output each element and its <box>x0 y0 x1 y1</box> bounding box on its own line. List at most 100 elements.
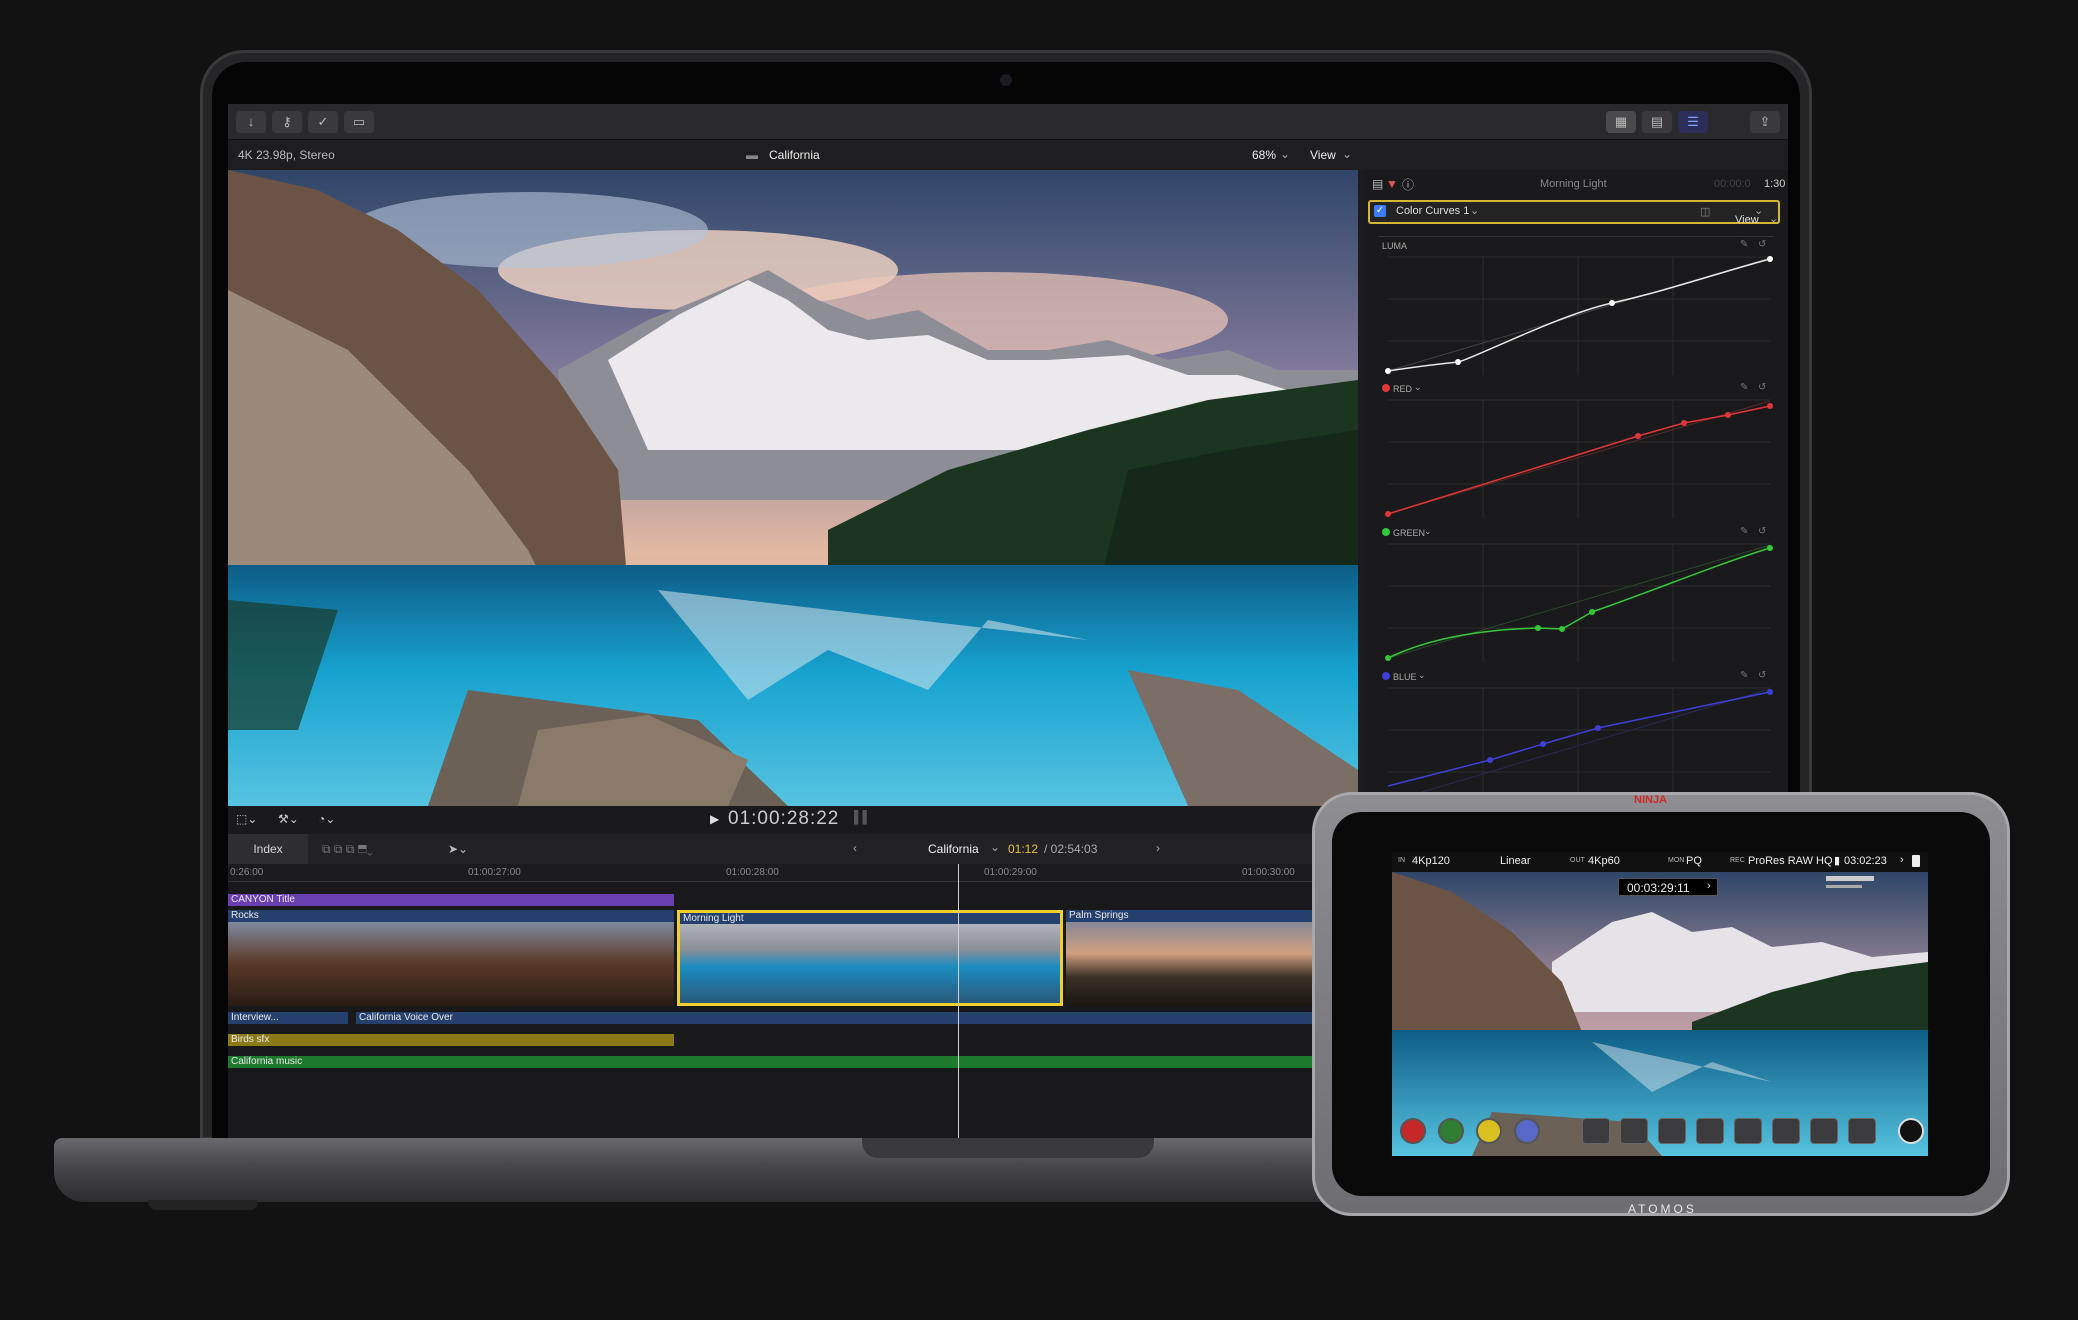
viewer-info-bar: 4K 23.98p, Stereo ▬ California 68% ⌄ Vie… <box>228 140 1788 170</box>
timeline-position: 01:12 <box>1008 842 1039 856</box>
magic-wand-icon[interactable]: ⚒⌄ <box>278 812 299 826</box>
out-format[interactable]: 4Kp60 <box>1588 855 1620 867</box>
clip-label: Morning Light <box>680 913 1060 924</box>
laptop-foot <box>148 1200 258 1210</box>
mon-label: MON <box>1668 857 1685 864</box>
atomos-screen[interactable]: IN 4Kp120 Linear OUT 4Kp60 MON PQ REC Pr… <box>1392 852 1928 1156</box>
index-button[interactable]: Index <box>228 834 308 864</box>
ruler-tick: 01:00:28:00 <box>726 867 779 878</box>
curve-graph <box>1387 687 1773 806</box>
app-toolbar: ↓ ⚷ ✓ ▭ ▦ ▤ ☰ ⇪ <box>228 104 1788 140</box>
vectorscope-icon[interactable] <box>1620 1118 1648 1144</box>
battery-icon <box>1912 855 1920 867</box>
effect-enable-checkbox[interactable]: ✓ <box>1374 205 1386 217</box>
inspector-view-dropdown[interactable]: View <box>1735 214 1759 226</box>
color-icon[interactable]: ▼ <box>1386 177 1398 191</box>
focus-peaking-icon[interactable] <box>1658 1118 1686 1144</box>
waveform-icon[interactable] <box>1582 1118 1610 1144</box>
inspector-icon[interactable]: ☰ <box>1678 111 1708 133</box>
video-viewer[interactable] <box>228 170 1358 806</box>
clapper-icon: ▬ <box>746 148 758 162</box>
inspector-clip-name: Morning Light <box>1540 178 1607 190</box>
tag-button[interactable] <box>1514 1118 1540 1144</box>
clip-label: Rocks <box>228 910 674 922</box>
zoom-dropdown[interactable]: 68% <box>1252 148 1276 162</box>
rocks-clip[interactable]: Rocks <box>228 910 674 1006</box>
gamma-mode[interactable]: Linear <box>1500 855 1531 867</box>
monitor-timecode-box[interactable]: 00:03:29:11 › <box>1618 878 1718 896</box>
import-icon[interactable]: ↓ <box>236 111 266 133</box>
chevron-down-icon: ⌄ <box>1280 147 1291 161</box>
curve-graph <box>1385 543 1773 662</box>
monitor-mode[interactable]: PQ <box>1686 855 1702 867</box>
effect-header[interactable]: ✓ Color Curves 1 ⌄ ◫ ⌄ <box>1368 200 1780 224</box>
chevron-right-icon: › <box>1707 880 1711 892</box>
in-format[interactable]: 4Kp120 <box>1412 855 1450 867</box>
play-icon[interactable]: ▶ <box>710 812 719 826</box>
chevron-down-icon: ⌄ <box>1769 213 1779 225</box>
speed-icon[interactable]: ◔⌄ <box>318 812 335 826</box>
project-title: California <box>769 148 820 162</box>
mask-icon[interactable]: ◫ <box>1700 205 1710 218</box>
chevron-right-icon: › <box>1900 854 1904 866</box>
ruler-tick: 01:00:27:00 <box>468 867 521 878</box>
check-icon[interactable]: ✓ <box>308 111 338 133</box>
disk-icon: ▮ <box>1834 855 1841 867</box>
red-curve[interactable]: RED ⌄ ✎ ↺ <box>1378 380 1774 518</box>
atomos-status-bar: IN 4Kp120 Linear OUT 4Kp60 MON PQ REC Pr… <box>1392 852 1928 872</box>
browser-grid-icon[interactable]: ▦ <box>1606 111 1636 133</box>
ninja-brand: NINJA <box>1634 794 1668 806</box>
duration-prefix: 00:00:0 <box>1714 178 1751 190</box>
luma-curve[interactable]: LUMA ✎ ↺ <box>1378 236 1774 375</box>
play-button[interactable] <box>1438 1118 1464 1144</box>
remaining-time: 03:02:23 <box>1844 855 1887 867</box>
in-label: IN <box>1398 857 1405 864</box>
filmstrip-icon[interactable]: ▤ <box>1642 111 1672 133</box>
inspector-duration: 1:30 <box>1764 178 1786 190</box>
film-icon[interactable]: ▤ <box>1372 177 1383 191</box>
effect-name: Color Curves 1 <box>1396 205 1470 217</box>
chevron-left-icon[interactable]: ‹ <box>853 841 857 855</box>
viewer-transport-bar: ⬚⌄ ⚒⌄ ◔⌄ ▶ 01:00:28:22 ▌▌ <box>228 806 1358 834</box>
curve-graph <box>1385 256 1773 375</box>
menu-icon[interactable] <box>1898 1118 1924 1144</box>
codec[interactable]: ProRes RAW HQ <box>1748 855 1833 867</box>
audio-level-meter <box>1826 885 1862 888</box>
ruler-tick: 01:00:30:00 <box>1242 867 1295 878</box>
chevron-down-icon[interactable]: ⌄ <box>990 840 1000 854</box>
lut-icon[interactable] <box>1810 1118 1838 1144</box>
laptop-opening-notch <box>862 1138 1154 1158</box>
info-icon[interactable]: ⓘ <box>1402 176 1414 193</box>
frame-guides-icon[interactable] <box>1772 1118 1800 1144</box>
landscape-image <box>228 170 1358 806</box>
monitor-timecode: 00:03:29:11 <box>1627 881 1690 895</box>
clip-appearance-icon[interactable]: ⧉ ⧉ ⧉ ⬒⌄ <box>322 842 373 857</box>
birds-sfx-clip[interactable]: Birds sfx <box>228 1034 674 1046</box>
title-clip[interactable]: CANYON Title <box>228 894 674 906</box>
tag-icon[interactable]: ▭ <box>344 111 374 133</box>
playhead[interactable] <box>958 864 959 1138</box>
record-button[interactable] <box>1400 1118 1426 1144</box>
marker-button[interactable] <box>1476 1118 1502 1144</box>
view-dropdown[interactable]: View <box>1310 148 1336 162</box>
transform-icon[interactable]: ⬚⌄ <box>236 812 257 826</box>
timeline-duration: / 02:54:03 <box>1044 842 1098 856</box>
keyword-icon[interactable]: ⚷ <box>272 111 302 133</box>
share-icon[interactable]: ⇪ <box>1750 111 1780 133</box>
ruler-tick: 01:00:29:00 <box>984 867 1037 878</box>
morning-light-clip[interactable]: Morning Light <box>677 910 1063 1006</box>
atomos-brand: ATOMOS <box>1628 1202 1697 1216</box>
false-color-icon[interactable] <box>1734 1118 1762 1144</box>
monitor-image <box>1392 872 1928 1156</box>
audio-level-meter <box>1826 876 1874 881</box>
chevron-down-icon: ⌄ <box>1342 147 1353 161</box>
blue-curve[interactable]: BLUE ⌄ ✎ ↺ <box>1378 668 1774 806</box>
chevron-right-icon[interactable]: › <box>1156 841 1160 855</box>
green-curve[interactable]: GREEN ⌄ ✎ ↺ <box>1378 524 1774 662</box>
chevron-down-icon: ⌄ <box>1470 205 1480 217</box>
select-tool-icon[interactable]: ➤⌄ <box>448 842 468 856</box>
zebra-icon[interactable] <box>1696 1118 1724 1144</box>
anamorphic-icon[interactable] <box>1848 1118 1876 1144</box>
interview-clip[interactable]: Interview... <box>228 1012 348 1024</box>
out-label: OUT <box>1570 857 1585 864</box>
